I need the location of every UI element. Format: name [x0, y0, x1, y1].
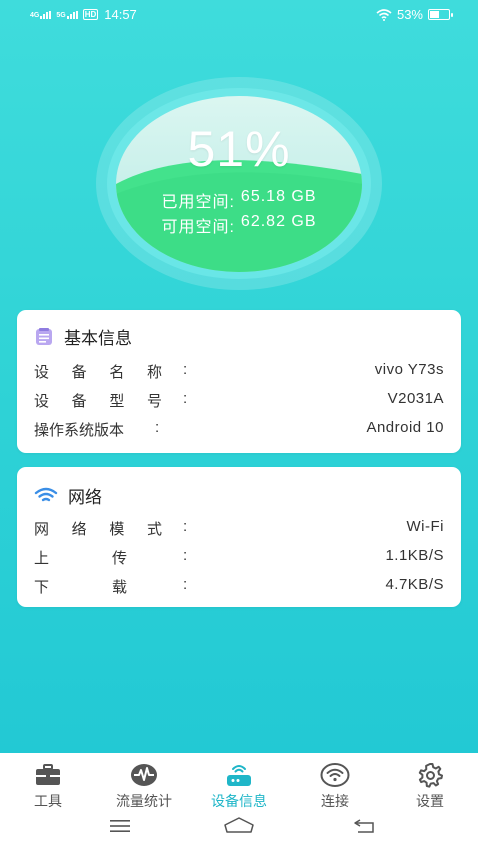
basic-info-card: 基本信息 设 备 名 称 : vivo Y73s 设 备 型 号 : V2031…	[17, 310, 461, 453]
row-colon: :	[183, 518, 188, 535]
label-char: 设	[34, 393, 50, 410]
info-row-device-name: 设 备 名 称 : vivo Y73s	[34, 361, 444, 383]
row-label: 设 备 型 号	[34, 390, 162, 411]
label-char: 传	[111, 550, 127, 567]
label-char: 名	[109, 364, 125, 381]
router-icon	[227, 765, 251, 786]
status-right: 53%	[376, 7, 453, 22]
label-char: 称	[146, 364, 162, 381]
used-space-label: 已用空间:	[161, 194, 235, 211]
label-char: 式	[146, 521, 162, 538]
network-card: 网络 网 络 模 式 : Wi-Fi 上 传 : 1.1KB/S 下 载 : 4…	[17, 467, 461, 607]
nav-label-traffic-stats: 流量统计	[116, 793, 172, 809]
nav-label-tools: 工具	[34, 793, 62, 809]
info-row-device-model: 设 备 型 号 : V2031A	[34, 390, 444, 412]
battery-percent: 53%	[396, 7, 423, 22]
label-char: 下	[34, 579, 50, 596]
label-char: 备	[71, 364, 87, 381]
nav-item-device-info[interactable]: 设备信息	[191, 763, 287, 811]
label-char: 备	[71, 393, 87, 410]
label-char: 型	[109, 393, 125, 410]
nav-item-tools[interactable]: 工具	[0, 763, 96, 811]
network-type-1: 4G	[30, 11, 40, 19]
storage-percent: 51%	[187, 121, 291, 177]
free-space-label: 可用空间:	[161, 219, 235, 236]
label-char: 号	[146, 393, 162, 410]
status-bar: 4G 5G HD 14:57 53%	[0, 0, 478, 30]
label-char: 网	[34, 521, 50, 538]
signal-icon-1: 4G	[30, 10, 52, 19]
download-speed-value: 4.7KB/S	[385, 576, 444, 593]
row-label: 操作系统版本	[34, 422, 125, 439]
home-icon[interactable]	[223, 816, 255, 834]
toolbox-icon	[36, 764, 60, 785]
row-colon: :	[183, 390, 188, 407]
label-char: 上	[34, 550, 50, 567]
nav-item-settings[interactable]: 设置	[382, 763, 478, 811]
network-row-mode: 网 络 模 式 : Wi-Fi	[34, 518, 444, 540]
device-model-value: V2031A	[387, 390, 444, 407]
used-space-value: 65.18 GB	[240, 188, 317, 205]
nav-label-settings: 设置	[416, 793, 444, 809]
network-title: 网络	[68, 488, 102, 507]
pulse-icon	[131, 764, 157, 786]
document-icon	[36, 327, 52, 345]
clock: 14:57	[104, 7, 137, 22]
wifi-status-icon	[376, 8, 392, 21]
gear-icon	[418, 763, 443, 788]
nav-item-traffic-stats[interactable]: 流量统计	[96, 763, 192, 811]
used-space: 已用空间: 65.18 GB	[116, 188, 362, 212]
network-row-upload: 上 传 : 1.1KB/S	[34, 547, 444, 569]
row-colon: :	[183, 576, 188, 593]
free-space-value: 62.82 GB	[240, 213, 317, 230]
free-space: 可用空间: 62.82 GB	[116, 213, 362, 237]
nav-label-connect: 连接	[321, 793, 349, 809]
menu-icon[interactable]	[108, 818, 132, 834]
row-colon: :	[183, 547, 188, 564]
network-header: 网络	[34, 483, 102, 508]
nav-item-connect[interactable]: 连接	[287, 763, 383, 811]
row-label: 下 载	[34, 576, 127, 597]
basic-info-title: 基本信息	[64, 329, 132, 348]
upload-speed-value: 1.1KB/S	[385, 547, 444, 564]
device-name-value: vivo Y73s	[374, 361, 444, 378]
label-char: 模	[109, 521, 125, 538]
basic-info-header: 基本信息	[34, 324, 132, 349]
label-char: 载	[111, 579, 127, 596]
wifi-circle-icon	[320, 763, 350, 787]
os-version-value: Android 10	[366, 419, 444, 436]
row-label: 上 传	[34, 547, 127, 568]
signal-bars-icon	[66, 10, 79, 19]
network-mode-value: Wi-Fi	[406, 518, 444, 535]
hd-icon: HD	[82, 9, 99, 20]
status-left: 4G 5G HD 14:57	[30, 7, 137, 22]
network-row-download: 下 载 : 4.7KB/S	[34, 576, 444, 598]
nav-label-device-info: 设备信息	[211, 793, 267, 809]
info-row-os-version: 操作系统版本 : Android 10	[34, 419, 444, 441]
row-colon: :	[183, 361, 188, 378]
back-icon[interactable]	[352, 818, 378, 834]
network-type-2: 5G	[56, 11, 66, 19]
label-char: 设	[34, 364, 50, 381]
signal-bars-icon	[40, 10, 52, 19]
row-colon: :	[155, 419, 160, 436]
row-label: 网 络 模 式	[34, 518, 162, 539]
signal-icon-2: 5G	[56, 10, 79, 19]
system-nav-bar	[0, 812, 478, 842]
label-char: 络	[71, 521, 87, 538]
row-label: 设 备 名 称	[34, 361, 162, 382]
battery-icon	[428, 9, 453, 20]
wifi-icon	[34, 487, 58, 501]
